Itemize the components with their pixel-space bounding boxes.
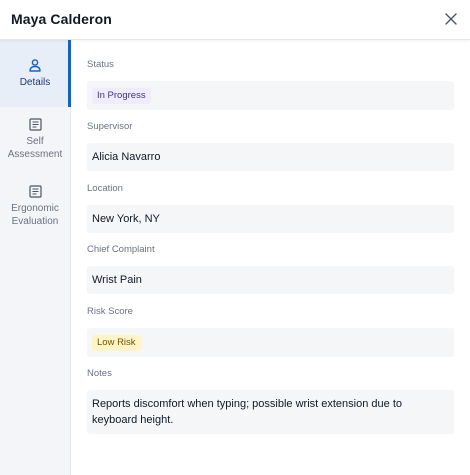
chief-complaint-field: Chief Complaint Wrist Pain <box>87 243 454 294</box>
sidebar-nav: Details Self Assessment Ergonomic Evalua… <box>0 40 71 475</box>
status-field: Status In Progress <box>87 58 454 110</box>
notes-value: Reports discomfort when typing; possible… <box>87 390 454 434</box>
risk-score-value-box: Low Risk <box>87 328 454 357</box>
field-label: Chief Complaint <box>87 244 155 255</box>
sidebar-item-label: Details <box>19 77 51 88</box>
details-panel: Status In Progress Supervisor Alicia Nav… <box>71 40 470 475</box>
close-icon <box>445 13 457 25</box>
supervisor-value: Alicia Navarro <box>87 143 454 171</box>
sidebar-item-details[interactable]: Details <box>0 40 71 107</box>
sidebar-item-ergonomic-evaluation[interactable]: Ergonomic Evaluation <box>0 185 70 235</box>
risk-badge: Low Risk <box>92 335 141 351</box>
notes-field: Notes Reports discomfort when typing; po… <box>87 367 454 434</box>
document-icon <box>28 185 42 198</box>
field-label: Location <box>87 183 123 194</box>
field-label: Risk Score <box>87 306 133 317</box>
location-value: New York, NY <box>87 205 454 233</box>
document-icon <box>28 118 42 131</box>
status-badge: In Progress <box>92 88 151 104</box>
status-value-box: In Progress <box>87 81 454 110</box>
sidebar-item-label: Self Assessment <box>7 136 63 160</box>
field-label: Notes <box>87 368 112 379</box>
field-label: Supervisor <box>87 121 133 132</box>
field-label: Status <box>87 59 114 70</box>
page-title: Maya Calderon <box>11 11 112 27</box>
location-field: Location New York, NY <box>87 182 454 233</box>
panel-header: Maya Calderon <box>0 0 470 40</box>
chief-complaint-value: Wrist Pain <box>87 266 454 294</box>
risk-score-field: Risk Score Low Risk <box>87 305 454 357</box>
supervisor-field: Supervisor Alicia Navarro <box>87 120 454 171</box>
sidebar-item-label: Ergonomic Evaluation <box>11 203 59 227</box>
person-icon <box>29 59 41 72</box>
sidebar-item-self-assessment[interactable]: Self Assessment <box>0 118 70 168</box>
close-button[interactable] <box>443 11 459 27</box>
